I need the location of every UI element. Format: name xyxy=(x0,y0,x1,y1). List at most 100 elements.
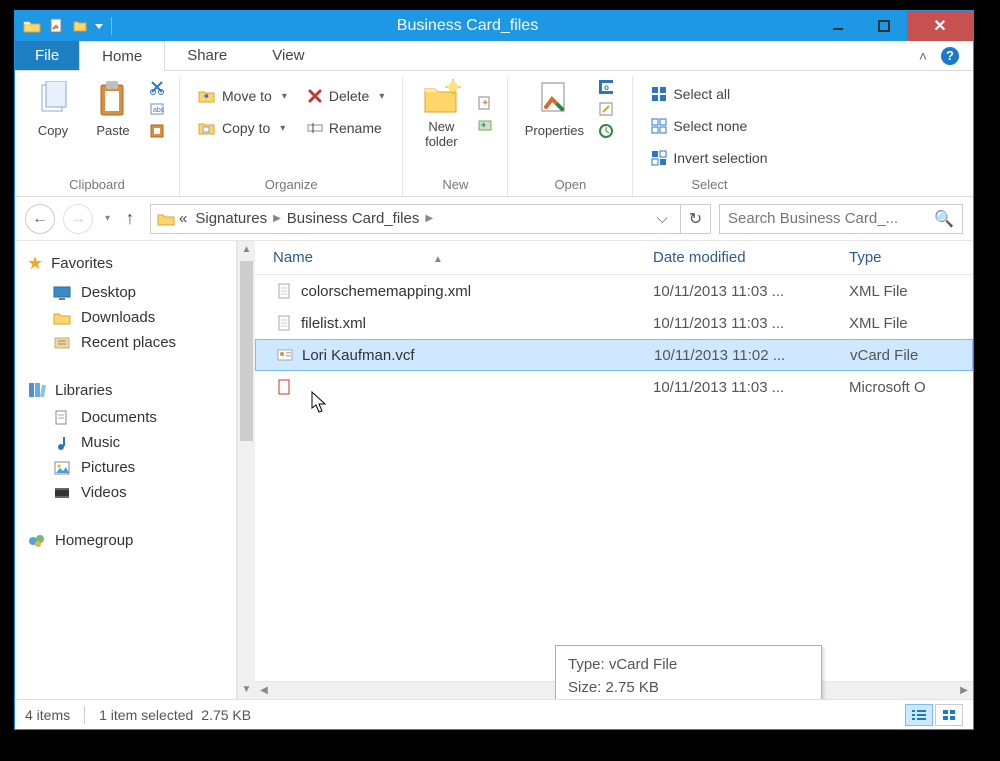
up-button[interactable]: ↑ xyxy=(118,208,142,229)
rename-button[interactable]: Rename xyxy=(303,115,389,141)
minimize-button[interactable] xyxy=(815,11,861,41)
paste-shortcut-icon[interactable] xyxy=(149,123,165,139)
search-box[interactable]: 🔍 xyxy=(719,204,963,234)
newfolder-button[interactable]: New folder xyxy=(411,79,471,149)
col-date[interactable]: Date modified xyxy=(653,249,849,266)
file-tab[interactable]: File xyxy=(15,41,79,70)
breadcrumb-segment[interactable]: Signatures xyxy=(191,210,271,227)
moveto-button[interactable]: Move to ▾ xyxy=(194,83,291,109)
column-headers[interactable]: Name▲ Date modified Type xyxy=(255,241,973,275)
copy-button[interactable]: Copy xyxy=(23,79,83,139)
properties-icon xyxy=(536,81,572,119)
select-label: Select xyxy=(691,173,727,194)
recent-icon xyxy=(53,336,71,350)
scroll-down-icon[interactable]: ▼ xyxy=(238,681,255,699)
breadcrumb-sep-icon[interactable]: ▶ xyxy=(423,213,435,224)
cut-icon[interactable] xyxy=(149,79,165,95)
status-selection: 1 item selected xyxy=(99,707,193,723)
share-tab[interactable]: Share xyxy=(165,41,250,70)
details-view-button[interactable] xyxy=(905,704,933,726)
titlebar: Business Card_files ✕ xyxy=(15,11,973,41)
status-bar: 4 items 1 item selected 2.75 KB xyxy=(15,699,973,729)
minimize-ribbon-icon[interactable]: ˄ xyxy=(919,48,927,64)
nav-videos[interactable]: Videos xyxy=(15,480,236,505)
navigation-pane[interactable]: ★Favorites Desktop Downloads Recent plac… xyxy=(15,241,237,699)
open-icon[interactable]: o xyxy=(598,79,618,95)
edit-icon[interactable] xyxy=(598,101,618,117)
folder-icon xyxy=(157,212,175,226)
selectnone-icon xyxy=(651,118,667,134)
favorites-header[interactable]: ★Favorites xyxy=(15,247,236,280)
file-row[interactable]: 10/11/2013 11:03 ... Microsoft O xyxy=(255,371,973,403)
col-type[interactable]: Type xyxy=(849,249,955,266)
nav-recent[interactable]: Recent places xyxy=(15,330,236,355)
properties-button[interactable]: Properties xyxy=(516,79,592,139)
file-name: colorschememapping.xml xyxy=(295,283,653,300)
paste-button[interactable]: Paste xyxy=(83,79,143,139)
file-row[interactable]: colorschememapping.xml 10/11/2013 11:03 … xyxy=(255,275,973,307)
view-tab[interactable]: View xyxy=(250,41,327,70)
nav-documents[interactable]: Documents xyxy=(15,405,236,430)
refresh-button[interactable]: ↻ xyxy=(681,204,711,234)
icons-view-button[interactable] xyxy=(935,704,963,726)
invert-button[interactable]: Invert selection xyxy=(647,145,771,171)
navpane-scrollbar[interactable]: ▲ ▼ xyxy=(237,241,255,699)
breadcrumb-prefix[interactable]: « xyxy=(175,210,191,227)
libraries-header[interactable]: Libraries xyxy=(15,375,236,405)
explorer-window: Business Card_files ✕ File Home Share Vi… xyxy=(14,10,974,730)
file-icon xyxy=(273,315,295,331)
selectnone-button[interactable]: Select none xyxy=(647,113,771,139)
breadcrumb-segment[interactable]: Business Card_files xyxy=(283,210,424,227)
properties-icon[interactable] xyxy=(49,18,65,34)
file-list[interactable]: colorschememapping.xml 10/11/2013 11:03 … xyxy=(255,275,973,403)
address-bar[interactable]: « Signatures ▶ Business Card_files ▶ ⌵ xyxy=(150,204,681,234)
home-tab[interactable]: Home xyxy=(79,41,165,71)
breadcrumb-sep-icon[interactable]: ▶ xyxy=(271,213,283,224)
search-icon[interactable]: 🔍 xyxy=(934,209,954,229)
help-icon[interactable]: ? xyxy=(941,47,959,65)
nav-music[interactable]: Music xyxy=(15,430,236,455)
maximize-button[interactable] xyxy=(861,11,907,41)
nav-label: Videos xyxy=(81,484,127,501)
file-row[interactable]: Lori Kaufman.vcf 10/11/2013 11:02 ... vC… xyxy=(255,339,973,371)
scroll-right-icon[interactable]: ▶ xyxy=(955,682,973,699)
homegroup-header[interactable]: Homegroup xyxy=(15,525,236,555)
scroll-up-icon[interactable]: ▲ xyxy=(238,241,255,259)
svg-text:✦: ✦ xyxy=(481,98,489,109)
svg-text:o: o xyxy=(604,83,609,92)
selectall-button[interactable]: Select all xyxy=(647,81,771,107)
content-area: ★Favorites Desktop Downloads Recent plac… xyxy=(15,241,973,699)
selectall-label: Select all xyxy=(673,86,730,102)
easy-access-icon[interactable] xyxy=(477,117,493,133)
rename-icon xyxy=(307,120,323,136)
new-label: New xyxy=(442,173,468,194)
search-input[interactable] xyxy=(728,210,934,227)
nav-downloads[interactable]: Downloads xyxy=(15,305,236,330)
file-type: XML File xyxy=(849,283,955,300)
copy-path-icon[interactable]: abc xyxy=(149,101,165,117)
back-button[interactable]: ← xyxy=(25,204,55,234)
nav-label: Desktop xyxy=(81,284,136,301)
chevron-down-icon: ▾ xyxy=(379,91,384,102)
copyto-button[interactable]: Copy to ▾ xyxy=(194,115,291,141)
address-dropdown-icon[interactable]: ⌵ xyxy=(651,210,674,227)
forward-button[interactable]: → xyxy=(63,204,93,234)
scroll-thumb[interactable] xyxy=(240,261,253,441)
chevron-down-icon: ▾ xyxy=(282,91,287,102)
qat-dropdown-icon[interactable] xyxy=(95,24,103,29)
delete-button[interactable]: Delete ▾ xyxy=(303,83,389,109)
selectall-icon xyxy=(651,86,667,102)
copy-label: Copy xyxy=(38,123,68,138)
invert-icon xyxy=(651,150,667,166)
nav-desktop[interactable]: Desktop xyxy=(15,280,236,305)
scroll-left-icon[interactable]: ◀ xyxy=(255,682,273,699)
new-item-icon[interactable]: ✦ xyxy=(477,95,493,111)
nav-pictures[interactable]: Pictures xyxy=(15,455,236,480)
history-icon[interactable] xyxy=(598,123,618,139)
close-button[interactable]: ✕ xyxy=(907,11,973,41)
file-row[interactable]: filelist.xml 10/11/2013 11:03 ... XML Fi… xyxy=(255,307,973,339)
col-name[interactable]: Name xyxy=(273,249,313,266)
history-dropdown-icon[interactable]: ▾ xyxy=(105,213,110,224)
new-folder-icon[interactable] xyxy=(73,19,87,33)
moveto-icon xyxy=(198,88,216,104)
